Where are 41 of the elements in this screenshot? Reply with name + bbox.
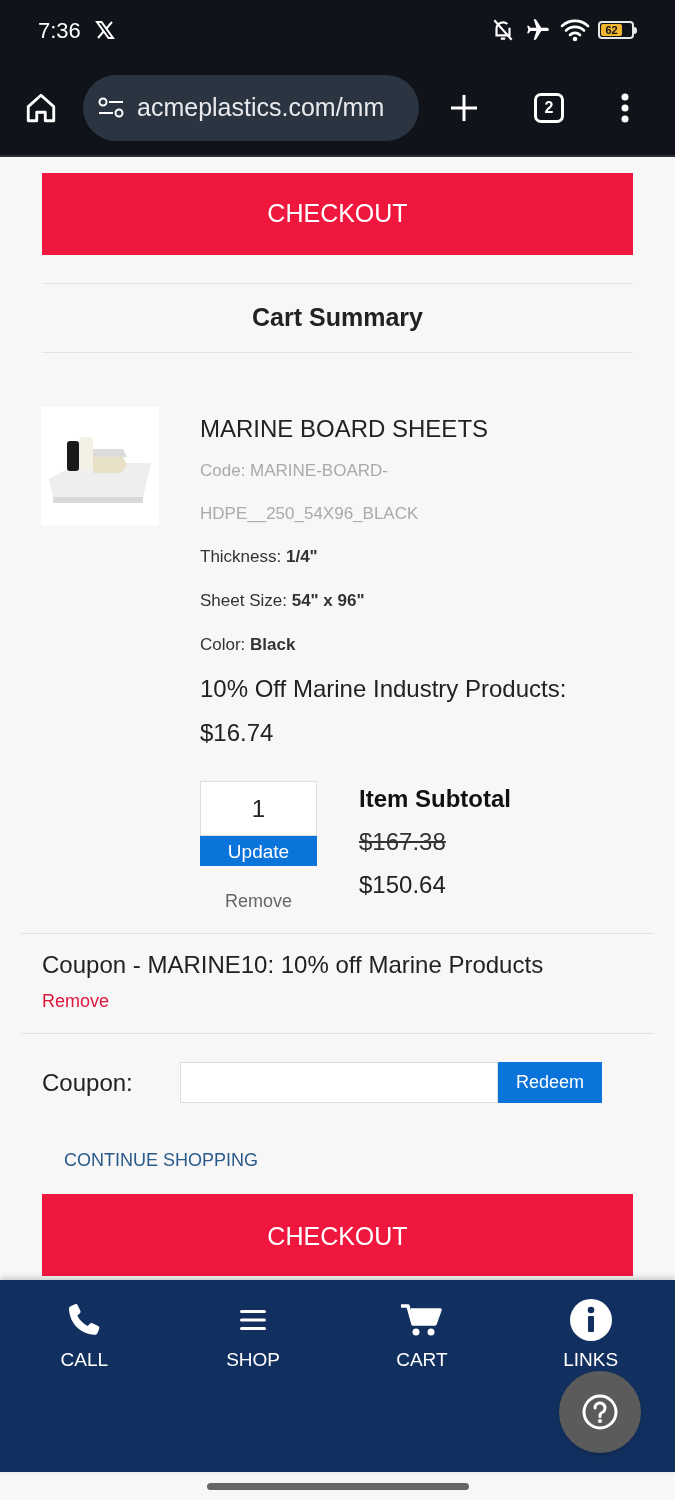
tab-count-button[interactable]: 2: [534, 92, 564, 123]
remove-coupon-link[interactable]: Remove: [42, 988, 110, 1015]
menu-icon: [238, 1307, 269, 1333]
coupon-input-field[interactable]: [180, 1062, 498, 1103]
subtotal-price: $150.64: [359, 870, 446, 900]
url-text: acmeplastics.com/mm: [137, 91, 385, 123]
more-menu-icon[interactable]: [620, 91, 630, 124]
nav-item[interactable]: SHOP: [168, 1298, 338, 1375]
coupon-label: Coupon:: [42, 1067, 134, 1098]
product-option: Thickness: 1/4": [200, 535, 567, 579]
x-logo-icon: [94, 20, 115, 40]
item-subtotal-label: Item Subtotal: [359, 784, 511, 814]
cart-icon: [399, 1303, 444, 1337]
discount-label: 10% Off Marine Industry Products:: [200, 674, 567, 704]
airplane-icon: [524, 17, 552, 43]
checkout-button[interactable]: CHECKOUT: [42, 173, 633, 255]
wifi-icon: [560, 18, 590, 42]
unit-price: $16.74: [200, 718, 275, 748]
clock-time: 7:36: [38, 16, 81, 45]
product-option: Color: Black: [200, 623, 567, 667]
info-icon: [569, 1299, 612, 1341]
nav-item[interactable]: CART: [337, 1298, 507, 1375]
update-button[interactable]: Update: [200, 836, 317, 866]
original-price: $167.38: [359, 827, 446, 857]
nav-item[interactable]: LINKS: [506, 1298, 675, 1375]
remove-item-link[interactable]: Remove: [225, 888, 292, 915]
redeem-button[interactable]: Redeem: [498, 1062, 602, 1103]
site-settings-icon[interactable]: [97, 95, 125, 120]
applied-coupon-text: Coupon - MARINE10: 10% off Marine Products: [42, 950, 544, 980]
address-bar[interactable]: acmeplastics.com/mm: [83, 74, 419, 141]
continue-shopping-link[interactable]: CONTINUE SHOPPING: [64, 1150, 259, 1170]
cart-summary-heading: Cart Summary: [252, 302, 423, 334]
product-option: Sheet Size: 54" x 96": [200, 579, 567, 623]
quantity-field[interactable]: 1: [200, 781, 317, 836]
product-code: Code: MARINE-BOARD-HDPE__250_54X96_BLACK: [200, 460, 420, 525]
checkout-button[interactable]: CHECKOUT: [42, 1194, 633, 1276]
help-icon: [582, 1394, 618, 1430]
new-tab-icon[interactable]: [449, 92, 479, 123]
product-name: MARINE BOARD SHEETS: [200, 414, 490, 444]
nav-item[interactable]: CALL: [0, 1298, 169, 1375]
battery-level: 62: [605, 24, 618, 36]
